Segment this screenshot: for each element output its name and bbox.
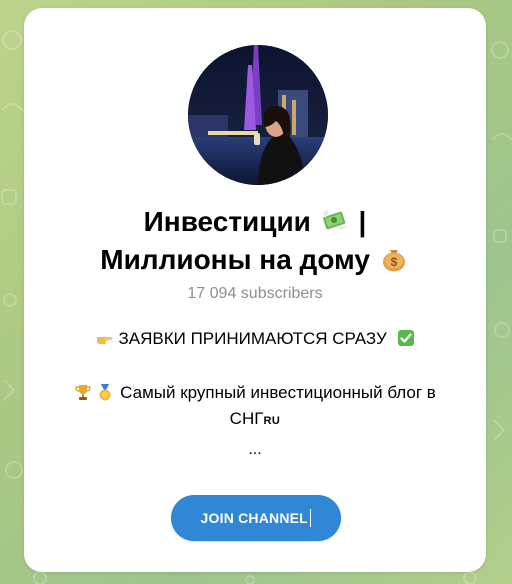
subscriber-count: 17 094 subscribers <box>187 285 323 302</box>
svg-text:$: $ <box>390 255 397 269</box>
pointing-hand-icon <box>96 337 113 344</box>
description-more: ... <box>248 441 262 458</box>
description-line-2-text: Самый крупный инвестиционный блог в <box>120 383 436 402</box>
medal-icon <box>99 384 111 401</box>
check-mark-icon <box>398 330 415 346</box>
money-with-wings-icon <box>322 210 348 230</box>
description-line-2: Самый крупный инвестиционный блог в <box>40 380 470 406</box>
join-channel-label: JOIN CHANNEL <box>200 510 308 526</box>
channel-title-line1: Инвестиции <box>143 206 311 237</box>
description-line-1-text: ЗАЯВКИ ПРИНИМАЮТСЯ СРАЗУ <box>118 329 387 348</box>
channel-title-line2: Миллионы на дому <box>100 244 370 275</box>
trophy-icon <box>75 385 91 400</box>
description-line-3-suffix: RU <box>263 415 281 427</box>
description-line-3: СНГRU <box>40 406 470 434</box>
avatar-photo <box>188 45 328 185</box>
channel-preview-card: Инвестиции | Миллионы на дому $ 17 094 s… <box>24 8 486 572</box>
description-line-1: ЗАЯВКИ ПРИНИМАЮТСЯ СРАЗУ <box>40 326 470 352</box>
channel-avatar <box>188 45 328 185</box>
channel-title: Инвестиции | Миллионы на дому $ <box>48 203 462 279</box>
money-bag-icon: $ <box>382 250 405 272</box>
text-cursor <box>309 509 312 527</box>
description-line-3-text: СНГ <box>229 409 264 428</box>
join-channel-button[interactable]: JOIN CHANNEL <box>171 495 341 541</box>
channel-title-separator: | <box>358 206 367 237</box>
